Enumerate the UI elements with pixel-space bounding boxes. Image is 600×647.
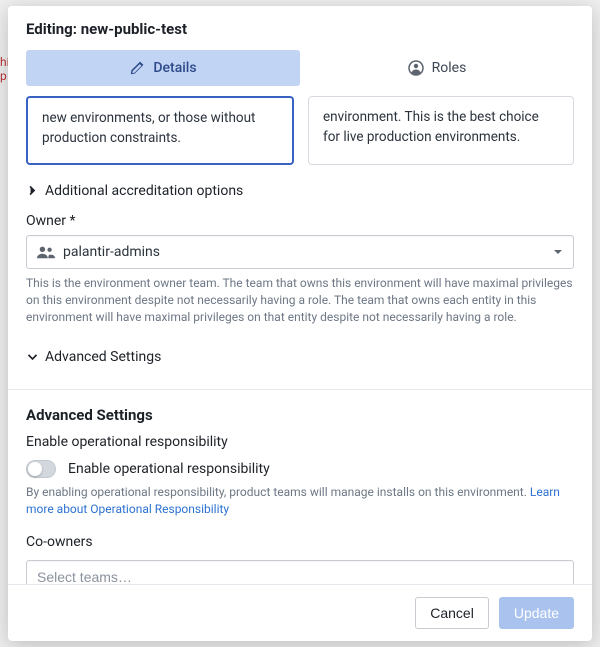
- chevron-right-icon: [26, 184, 39, 197]
- op-resp-help-text: By enabling operational responsibility, …: [26, 485, 530, 499]
- coowners-label: Co-owners: [26, 534, 574, 550]
- modal-title: Editing: new-public-test: [8, 6, 592, 50]
- op-resp-toggle-row: Enable operational responsibility: [26, 460, 574, 478]
- edit-environment-modal: Editing: new-public-test Details Roles n…: [8, 6, 592, 641]
- owner-help-text: This is the environment owner team. The …: [26, 275, 574, 327]
- coowners-input[interactable]: [26, 560, 574, 584]
- tab-roles-label: Roles: [432, 60, 467, 76]
- owner-value: palantir-admins: [63, 244, 553, 260]
- toggle-knob: [28, 462, 42, 476]
- pencil-icon: [129, 60, 145, 76]
- op-resp-toggle-label: Enable operational responsibility: [68, 461, 270, 477]
- accreditation-cards: new environments, or those without produ…: [26, 96, 574, 165]
- people-icon: [37, 245, 55, 259]
- card-text-right: environment. This is the best choice for…: [323, 109, 539, 145]
- update-button[interactable]: Update: [499, 597, 574, 629]
- accreditation-expander-label: Additional accreditation options: [45, 183, 243, 199]
- caret-down-icon: [553, 247, 563, 257]
- owner-label: Owner *: [26, 213, 574, 229]
- chevron-down-icon: [26, 350, 39, 363]
- tab-details-label: Details: [153, 60, 196, 76]
- accreditation-card-alt[interactable]: environment. This is the best choice for…: [308, 96, 574, 165]
- op-resp-label: Enable operational responsibility: [26, 434, 574, 450]
- tab-roles[interactable]: Roles: [300, 50, 574, 86]
- op-resp-help: By enabling operational responsibility, …: [26, 484, 574, 519]
- owner-select[interactable]: palantir-admins: [26, 235, 574, 269]
- person-circle-icon: [408, 60, 424, 76]
- modal-body: new environments, or those without produ…: [8, 96, 592, 584]
- tabs: Details Roles: [8, 50, 592, 96]
- modal-footer: Cancel Update: [8, 584, 592, 641]
- op-resp-toggle[interactable]: [26, 460, 56, 478]
- card-text-left: new environments, or those without produ…: [42, 110, 255, 146]
- advanced-settings-header: Advanced Settings: [26, 390, 574, 434]
- tab-details[interactable]: Details: [26, 50, 300, 86]
- advanced-expander-label: Advanced Settings: [45, 349, 161, 365]
- additional-accreditation-expander[interactable]: Additional accreditation options: [26, 177, 574, 213]
- cancel-button[interactable]: Cancel: [415, 597, 489, 629]
- advanced-settings-expander[interactable]: Advanced Settings: [26, 343, 574, 379]
- accreditation-card-selected[interactable]: new environments, or those without produ…: [26, 96, 294, 165]
